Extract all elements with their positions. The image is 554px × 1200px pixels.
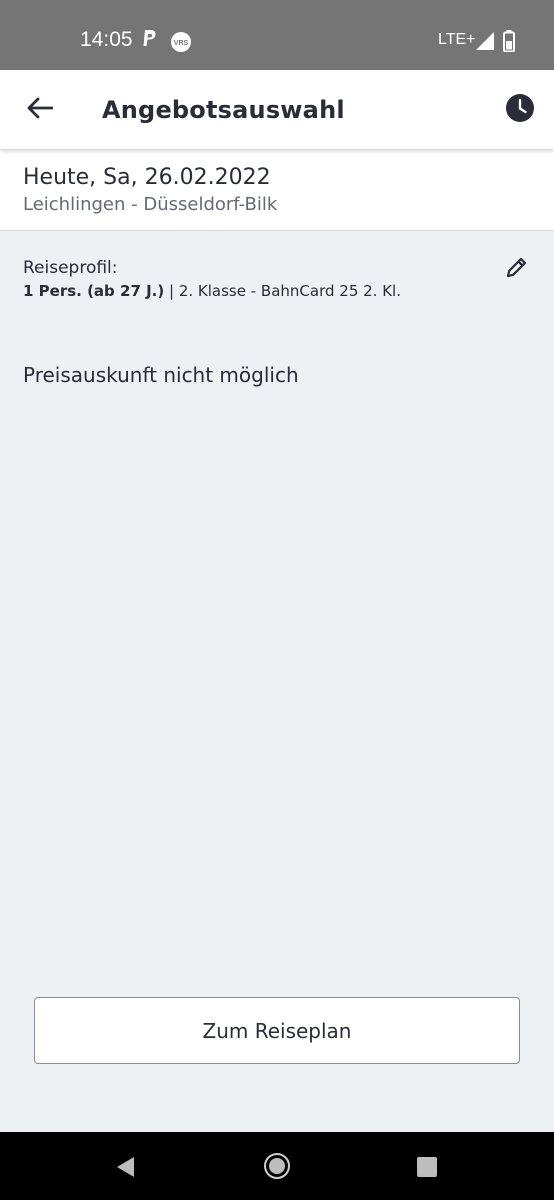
svg-text:VRS: VRS: [174, 40, 189, 47]
pencil-icon: [505, 255, 529, 283]
status-bar: 14:05 VRS LTE+: [0, 0, 554, 70]
nav-home-icon[interactable]: [264, 1153, 290, 1179]
battery-icon: [503, 30, 515, 56]
profile-separator: |: [164, 282, 179, 300]
trip-header: Heute, Sa, 26.02.2022 Leichlingen - Düss…: [0, 149, 554, 231]
trip-date: Heute, Sa, 26.02.2022: [23, 165, 271, 190]
app-bar: Angebotsauswahl: [0, 70, 554, 149]
travel-profile-label: Reiseprofil:: [23, 258, 118, 278]
profile-class-info: 2. Klasse - BahnCard 25 2. Kl.: [178, 282, 401, 300]
travel-profile-detail: 1 Pers. (ab 27 J.) | 2. Klasse - BahnCar…: [23, 282, 401, 300]
no-price-message: Preisauskunft nicht möglich: [23, 363, 299, 387]
network-type: LTE+: [438, 31, 476, 48]
signal-icon: [476, 32, 494, 54]
back-button[interactable]: [20, 90, 60, 130]
vrs-icon: VRS: [170, 31, 192, 57]
clock-icon: [505, 93, 535, 127]
page-title: Angebotsauswahl: [102, 96, 345, 124]
trip-route: Leichlingen - Düsseldorf-Bilk: [23, 194, 278, 215]
edit-profile-button[interactable]: [500, 252, 534, 286]
paypal-icon: [142, 29, 158, 53]
history-button[interactable]: [500, 90, 540, 130]
status-time: 14:05: [80, 28, 133, 51]
nav-recents-icon[interactable]: [417, 1157, 437, 1177]
profile-persons: 1 Pers. (ab 27 J.): [23, 282, 165, 300]
nav-back-icon[interactable]: [114, 1155, 136, 1183]
to-itinerary-button[interactable]: Zum Reiseplan: [34, 997, 520, 1064]
arrow-left-icon: [27, 97, 54, 123]
